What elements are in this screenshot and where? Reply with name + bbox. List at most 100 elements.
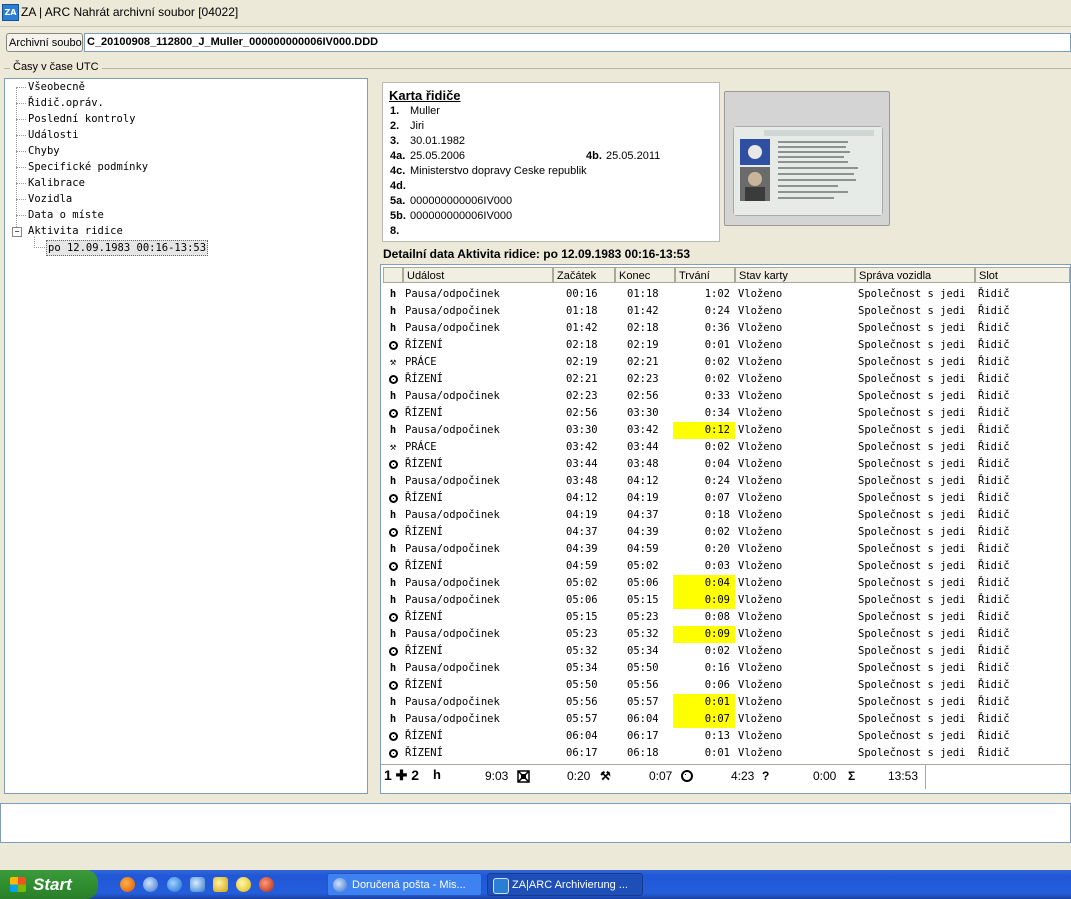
table-row[interactable]: h Pausa/odpočinek 04:19 04:37 0:18 Vloženo Spo… bbox=[381, 507, 1070, 524]
column-header-event[interactable]: Událost bbox=[403, 267, 553, 283]
tree-item-events[interactable]: Události bbox=[28, 127, 79, 143]
card-status-cell: Vloženo bbox=[738, 747, 783, 759]
mail-icon[interactable] bbox=[143, 877, 158, 892]
app-shortcut-icon[interactable] bbox=[259, 877, 274, 892]
slot-cell: Řidič bbox=[978, 645, 1010, 657]
card-status-cell: Vloženo bbox=[738, 611, 783, 623]
table-row[interactable]: h Pausa/odpočinek 05:02 05:06 0:04 Vloženo Spo… bbox=[381, 575, 1070, 592]
table-row[interactable]: ŘÍZENÍ 04:59 05:02 0:03 Vloženo Společnost s … bbox=[381, 558, 1070, 575]
vehicle-mgmt-cell: Společnost s jedi bbox=[858, 339, 966, 351]
slot-cell: Řidič bbox=[978, 475, 1010, 487]
vehicle-mgmt-cell: Společnost s jedi bbox=[858, 526, 966, 538]
archive-file-button[interactable]: Archivní soubor bbox=[6, 33, 83, 52]
drive-icon bbox=[386, 456, 400, 473]
media-player-icon[interactable] bbox=[236, 877, 251, 892]
vehicle-mgmt-cell: Společnost s jedi bbox=[858, 441, 966, 453]
table-row[interactable]: ŘÍZENÍ 05:15 05:23 0:08 Vloženo Společnost s … bbox=[381, 609, 1070, 626]
card-status-cell: Vloženo bbox=[738, 390, 783, 402]
table-row[interactable]: ŘÍZENÍ 02:56 03:30 0:34 Vloženo Společnost s … bbox=[381, 405, 1070, 422]
table-row[interactable]: h Pausa/odpočinek 03:48 04:12 0:24 Vloženo Spo… bbox=[381, 473, 1070, 490]
tree-item-driver-auth[interactable]: Řidič.opráv. bbox=[28, 95, 104, 111]
tree-item-activity-day[interactable]: po 12.09.1983 00:16-13:53 bbox=[46, 240, 209, 256]
table-row[interactable]: ŘÍZENÍ 04:12 04:19 0:07 Vloženo Společnost s … bbox=[381, 490, 1070, 507]
taskbar-item-label: ZA|ARC Archivierung ... bbox=[512, 879, 628, 891]
table-row[interactable]: ŘÍZENÍ 06:17 06:18 0:01 Vloženo Společnost s … bbox=[381, 745, 1070, 762]
table-row[interactable]: ŘÍZENÍ 04:37 04:39 0:02 Vloženo Společnost s … bbox=[381, 524, 1070, 541]
column-header-slot[interactable]: Slot bbox=[975, 267, 1070, 283]
column-header-duration[interactable]: Trvání bbox=[675, 267, 735, 283]
vehicle-mgmt-cell: Společnost s jedi bbox=[858, 288, 966, 300]
table-row[interactable]: h Pausa/odpočinek 05:57 06:04 0:07 Vloženo Spo… bbox=[381, 711, 1070, 728]
table-row[interactable]: ŘÍZENÍ 03:44 03:48 0:04 Vloženo Společnost s … bbox=[381, 456, 1070, 473]
duration-cell: 0:07 bbox=[704, 492, 730, 504]
start-cell: 05:15 bbox=[566, 611, 598, 623]
card-status-cell: Vloženo bbox=[738, 322, 783, 334]
table-row[interactable]: ŘÍZENÍ 06:04 06:17 0:13 Vloženo Společnost s … bbox=[381, 728, 1070, 745]
tree-item-general[interactable]: Všeobecně bbox=[28, 79, 85, 95]
duration-cell: 0:09 bbox=[673, 626, 735, 643]
end-cell: 05:32 bbox=[627, 628, 659, 640]
slot-cell: Řidič bbox=[978, 339, 1010, 351]
taskbar-item-za-arc[interactable]: ZA|ARC Archivierung ... bbox=[487, 873, 643, 896]
table-row[interactable]: h Pausa/odpočinek 02:23 02:56 0:33 Vloženo Spo… bbox=[381, 388, 1070, 405]
table-row[interactable]: h Pausa/odpočinek 05:23 05:32 0:09 Vloženo Spo… bbox=[381, 626, 1070, 643]
start-cell: 04:37 bbox=[566, 526, 598, 538]
activity-table[interactable]: Událost Začátek Konec Trvání Stav karty … bbox=[380, 264, 1071, 794]
column-header-icon[interactable] bbox=[383, 267, 403, 283]
taskbar-item-mail[interactable]: Doručená pošta - Mis... bbox=[327, 873, 482, 896]
end-cell: 03:48 bbox=[627, 458, 659, 470]
tree-item-vehicles[interactable]: Vozidla bbox=[28, 191, 72, 207]
table-row[interactable]: ⚒ PRÁCE 03:42 03:44 0:02 Vloženo Společnost s … bbox=[381, 439, 1070, 456]
table-row[interactable]: h Pausa/odpočinek 04:39 04:59 0:20 Vloženo Spo… bbox=[381, 541, 1070, 558]
duration-cell: 0:24 bbox=[704, 305, 730, 317]
drive-icon bbox=[386, 371, 400, 388]
table-row[interactable]: h Pausa/odpočinek 05:34 05:50 0:16 Vloženo Spo… bbox=[381, 660, 1070, 677]
card-status-cell: Vloženo bbox=[738, 543, 783, 555]
table-row[interactable]: h Pausa/odpočinek 05:56 05:57 0:01 Vloženo Spo… bbox=[381, 694, 1070, 711]
card-status-cell: Vloženo bbox=[738, 560, 783, 572]
card-status-cell: Vloženo bbox=[738, 407, 783, 419]
tree-item-calibration[interactable]: Kalibrace bbox=[28, 175, 85, 191]
tree-item-last-checks[interactable]: Poslední kontroly bbox=[28, 111, 135, 127]
slot-cell: Řidič bbox=[978, 713, 1010, 725]
tree-item-place-data[interactable]: Data o míste bbox=[28, 207, 104, 223]
column-header-card-status[interactable]: Stav karty bbox=[735, 267, 855, 283]
column-header-vehicle-mgmt[interactable]: Správa vozidla bbox=[855, 267, 975, 283]
start-button[interactable]: Start bbox=[0, 870, 98, 899]
end-cell: 02:19 bbox=[627, 339, 659, 351]
slot-cell: Řidič bbox=[978, 526, 1010, 538]
vehicle-mgmt-cell: Společnost s jedi bbox=[858, 492, 966, 504]
mail-icon bbox=[333, 878, 347, 892]
column-header-end[interactable]: Konec bbox=[615, 267, 675, 283]
table-row[interactable]: ŘÍZENÍ 02:21 02:23 0:02 Vloženo Společnost s … bbox=[381, 371, 1070, 388]
internet-explorer-icon[interactable] bbox=[167, 877, 182, 892]
vehicle-mgmt-cell: Společnost s jedi bbox=[858, 322, 966, 334]
slot-cell: Řidič bbox=[978, 696, 1010, 708]
table-row[interactable]: ⚒ PRÁCE 02:19 02:21 0:02 Vloženo Společnost s … bbox=[381, 354, 1070, 371]
end-cell: 03:42 bbox=[627, 424, 659, 436]
tree-collapse-icon[interactable]: − bbox=[12, 227, 22, 237]
slot-cell: Řidič bbox=[978, 288, 1010, 300]
table-row[interactable]: h Pausa/odpočinek 05:06 05:15 0:09 Vloženo Spo… bbox=[381, 592, 1070, 609]
column-header-start[interactable]: Začátek bbox=[553, 267, 615, 283]
table-row[interactable]: h Pausa/odpočinek 00:16 01:18 1:02 Vloženo Spo… bbox=[381, 286, 1070, 303]
card-status-cell: Vloženo bbox=[738, 713, 783, 725]
archive-filename-field[interactable]: C_20100908_112800_J_Muller_000000000006I… bbox=[84, 33, 1071, 52]
table-row[interactable]: ŘÍZENÍ 05:50 05:56 0:06 Vloženo Společnost s … bbox=[381, 677, 1070, 694]
start-cell: 05:06 bbox=[566, 594, 598, 606]
table-row[interactable]: h Pausa/odpočinek 01:42 02:18 0:36 Vloženo Spo… bbox=[381, 320, 1070, 337]
tree-item-faults[interactable]: Chyby bbox=[28, 143, 60, 159]
table-row[interactable]: h Pausa/odpočinek 01:18 01:42 0:24 Vloženo Spo… bbox=[381, 303, 1070, 320]
table-row[interactable]: h Pausa/odpočinek 03:30 03:42 0:12 Vloženo Spo… bbox=[381, 422, 1070, 439]
firefox-icon[interactable] bbox=[120, 877, 135, 892]
explorer-icon[interactable] bbox=[213, 877, 228, 892]
table-row[interactable]: ŘÍZENÍ 02:18 02:19 0:01 Vloženo Společnost s … bbox=[381, 337, 1070, 354]
rest-icon: h bbox=[389, 390, 397, 402]
outlook-icon[interactable] bbox=[190, 877, 205, 892]
table-row[interactable]: ŘÍZENÍ 05:32 05:34 0:02 Vloženo Společnost s … bbox=[381, 643, 1070, 660]
tree-item-specific-conditions[interactable]: Specifické podmínky bbox=[28, 159, 148, 175]
card-field: 8. bbox=[390, 225, 400, 237]
slot-cell: Řidič bbox=[978, 356, 1010, 368]
navigation-tree[interactable]: Všeobecně Řidič.opráv. Poslední kontroly… bbox=[4, 78, 368, 794]
card-status-cell: Vloženo bbox=[738, 339, 783, 351]
